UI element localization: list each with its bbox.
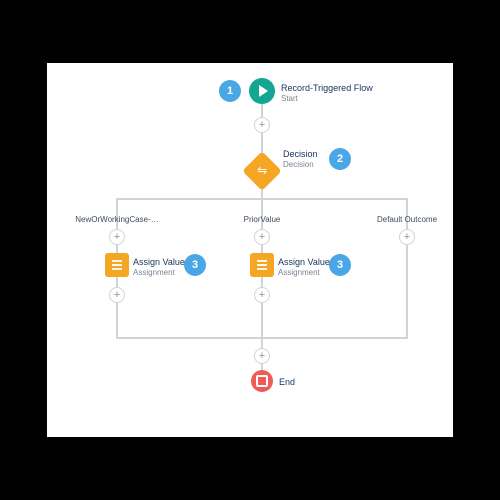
assignment-center-subtitle: Assignment — [278, 268, 330, 278]
decision-label: Decision Decision — [283, 149, 318, 170]
plus-connector-icon[interactable]: + — [109, 287, 125, 303]
assignment-center-label: Assign Value Assignment — [278, 257, 330, 278]
assignment-node-left[interactable] — [105, 253, 129, 277]
start-label: Record-Triggered Flow Start — [281, 83, 373, 104]
callout-badge-2: 2 — [329, 148, 351, 170]
start-node[interactable] — [249, 78, 275, 104]
plus-connector-icon[interactable]: + — [254, 287, 270, 303]
assignment-center-title: Assign Value — [278, 257, 330, 268]
connectors — [47, 63, 453, 437]
callout-badge-1: 1 — [219, 80, 241, 102]
end-node[interactable] — [251, 370, 273, 392]
decision-subtitle: Decision — [283, 160, 318, 170]
flow-diagram: Record-Triggered Flow Start + Decision D… — [47, 63, 453, 437]
assignment-left-title: Assign Value — [133, 257, 185, 268]
plus-connector-icon[interactable]: + — [109, 229, 125, 245]
end-label: End — [279, 377, 295, 388]
assignment-left-subtitle: Assignment — [133, 268, 185, 278]
plus-connector-icon[interactable]: + — [254, 348, 270, 364]
flow-canvas: Record-Triggered Flow Start + Decision D… — [47, 63, 453, 437]
callout-badge-3b: 3 — [329, 254, 351, 276]
branch-label-left: NewOrWorkingCase-… — [75, 215, 158, 224]
decision-title: Decision — [283, 149, 318, 160]
start-subtitle: Start — [281, 94, 373, 104]
assignment-node-center[interactable] — [250, 253, 274, 277]
branch-label-right: Default Outcome — [377, 215, 437, 224]
plus-connector-icon[interactable]: + — [254, 229, 270, 245]
start-title: Record-Triggered Flow — [281, 83, 373, 94]
assignment-left-label: Assign Value Assignment — [133, 257, 185, 278]
plus-connector-icon[interactable]: + — [399, 229, 415, 245]
callout-badge-3a: 3 — [184, 254, 206, 276]
branch-label-center: PriorValue — [244, 215, 281, 224]
plus-connector-icon[interactable]: + — [254, 117, 270, 133]
